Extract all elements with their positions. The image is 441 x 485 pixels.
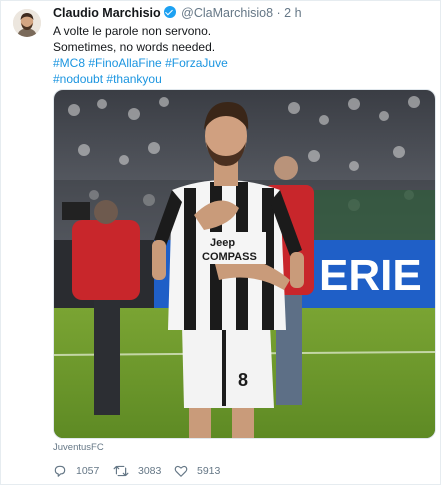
verified-badge-icon	[163, 6, 176, 18]
shorts-number: 8	[238, 370, 248, 390]
hashtag-link[interactable]: #ForzaJuve	[165, 56, 228, 70]
photo-illustration: ERIE Jeep COMPASS 8	[54, 90, 435, 438]
avatar[interactable]	[13, 9, 41, 37]
reply-button[interactable]: 1057	[53, 462, 99, 480]
reply-icon	[54, 465, 66, 477]
retweet-count: 3083	[138, 465, 162, 477]
like-button[interactable]: 5913	[174, 462, 220, 480]
hashtag-link[interactable]: #nodoubt	[53, 72, 103, 86]
shirt-sponsor-line1: Jeep	[210, 237, 235, 249]
tweet-card: Claudio Marchisio @ClaMarchisio8 · 2 h A…	[0, 0, 441, 485]
hashtag-link[interactable]: #FinoAllaFine	[88, 56, 161, 70]
hashtag-link[interactable]: #MC8	[53, 56, 85, 70]
hashtag-line: #MC8 #FinoAllaFine #ForzaJuve	[53, 55, 433, 71]
separator: ·	[276, 6, 281, 20]
text-line: A volte le parole non servono.	[53, 24, 212, 38]
photo-attribution[interactable]: JuventusFC	[53, 442, 104, 453]
shirt-sponsor-line2: COMPASS	[202, 251, 257, 263]
banner-text: ERIE	[319, 251, 422, 300]
retweet-button[interactable]: 3083	[113, 462, 161, 480]
author-handle[interactable]: @ClaMarchisio8	[181, 6, 273, 20]
author-name[interactable]: Claudio Marchisio	[53, 6, 161, 20]
tweet-content: Claudio Marchisio @ClaMarchisio8 · 2 h A…	[53, 5, 433, 87]
reply-count: 1057	[76, 465, 100, 477]
like-icon	[174, 465, 188, 477]
tweet-header: Claudio Marchisio @ClaMarchisio8 · 2 h	[53, 5, 433, 22]
text-line: Sometimes, no words needed.	[53, 40, 216, 54]
retweet-icon	[113, 465, 129, 477]
tweet-text: A volte le parole non servono. Sometimes…	[53, 23, 433, 87]
timestamp[interactable]: 2 h	[284, 6, 301, 20]
hashtag-line: #nodoubt #thankyou	[53, 71, 433, 87]
tweet-photo[interactable]: ERIE Jeep COMPASS 8	[53, 89, 436, 439]
like-count: 5913	[197, 465, 221, 477]
hashtag-link[interactable]: #thankyou	[106, 72, 161, 86]
